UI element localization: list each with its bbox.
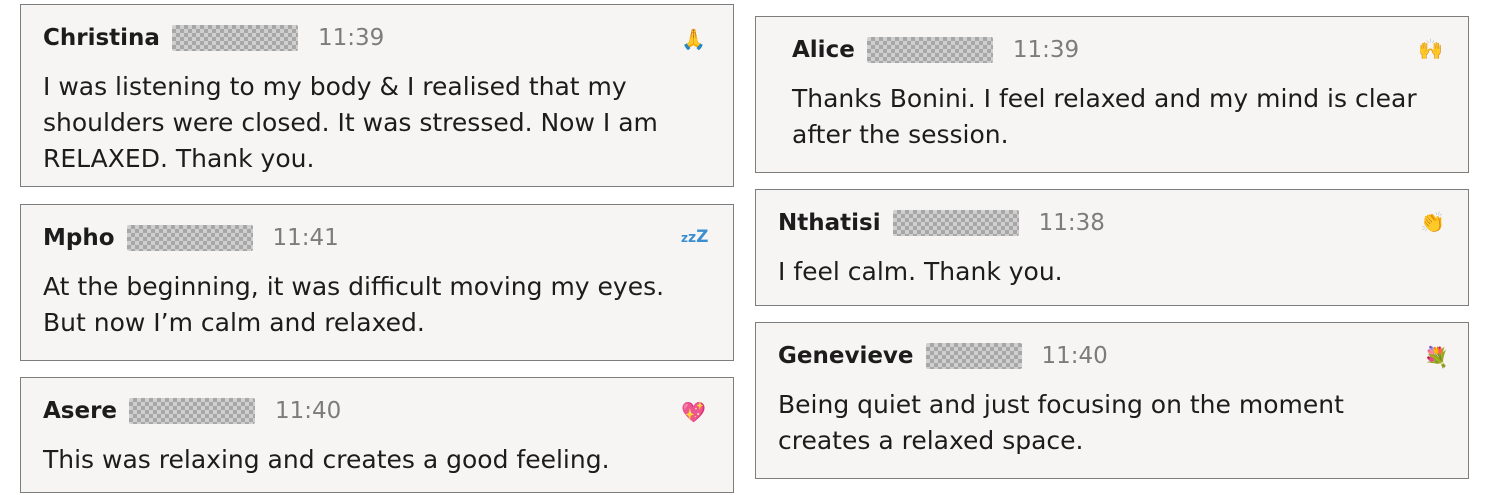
timestamp[interactable]: 11:40 bbox=[275, 398, 341, 424]
message-card: Christina 11:39 🙏 I was listening to my … bbox=[20, 4, 734, 187]
bouquet-emoji-icon[interactable]: 💐 bbox=[1424, 347, 1449, 367]
sender-name[interactable]: Genevieve bbox=[778, 343, 914, 369]
sender-name[interactable]: Mpho bbox=[43, 225, 115, 251]
redacted-surname bbox=[129, 398, 256, 424]
message-text: Thanks Bonini. I feel relaxed and my min… bbox=[792, 84, 1417, 149]
redacted-surname bbox=[171, 25, 298, 51]
message-card: Mpho 11:41 zzZ At the beginning, it was … bbox=[20, 204, 734, 361]
message-card: Genevieve 11:40 💐 Being quiet and just f… bbox=[755, 322, 1469, 479]
message-header: Genevieve 11:40 bbox=[778, 343, 1108, 369]
message-card: Alice 11:39 🙌 Thanks Bonini. I feel rela… bbox=[755, 16, 1469, 173]
timestamp[interactable]: 11:40 bbox=[1042, 343, 1108, 369]
timestamp[interactable]: 11:38 bbox=[1039, 210, 1105, 236]
message-text: Being quiet and just focusing on the mom… bbox=[778, 390, 1344, 455]
sender-name[interactable]: Alice bbox=[792, 37, 855, 63]
message-header: Nthatisi 11:38 bbox=[778, 210, 1105, 236]
message-text: At the beginning, it was difficult movin… bbox=[43, 272, 665, 337]
redacted-surname bbox=[892, 210, 1019, 236]
timestamp[interactable]: 11:41 bbox=[273, 225, 339, 251]
message-card: Nthatisi 11:38 👏 I feel calm. Thank you. bbox=[755, 189, 1469, 306]
message-header: Asere 11:40 bbox=[43, 398, 341, 424]
redacted-surname bbox=[925, 343, 1022, 369]
timestamp[interactable]: 11:39 bbox=[1013, 37, 1079, 63]
message-text: I feel calm. Thank you. bbox=[778, 257, 1063, 286]
raised-hands-emoji-icon[interactable]: 🙌 bbox=[1418, 39, 1443, 59]
heart-emoji-icon[interactable]: 💖 bbox=[681, 402, 706, 422]
redacted-surname bbox=[126, 225, 253, 251]
timestamp[interactable]: 11:39 bbox=[318, 25, 384, 51]
message-header: Mpho 11:41 bbox=[43, 225, 339, 251]
zzz-icon[interactable]: zzZ bbox=[681, 227, 708, 248]
sender-name[interactable]: Nthatisi bbox=[778, 210, 881, 236]
clapping-hands-emoji-icon[interactable]: 👏 bbox=[1420, 212, 1445, 232]
message-text: This was relaxing and creates a good fee… bbox=[43, 445, 610, 474]
message-card: Asere 11:40 💖 This was relaxing and crea… bbox=[20, 377, 734, 493]
sender-name[interactable]: Asere bbox=[43, 398, 117, 424]
sender-name[interactable]: Christina bbox=[43, 25, 160, 51]
message-header: Alice 11:39 bbox=[792, 37, 1079, 63]
pray-emoji-icon[interactable]: 🙏 bbox=[681, 29, 706, 49]
message-text: I was listening to my body & I realised … bbox=[43, 72, 658, 173]
redacted-surname bbox=[866, 37, 993, 63]
message-header: Christina 11:39 bbox=[43, 25, 384, 51]
